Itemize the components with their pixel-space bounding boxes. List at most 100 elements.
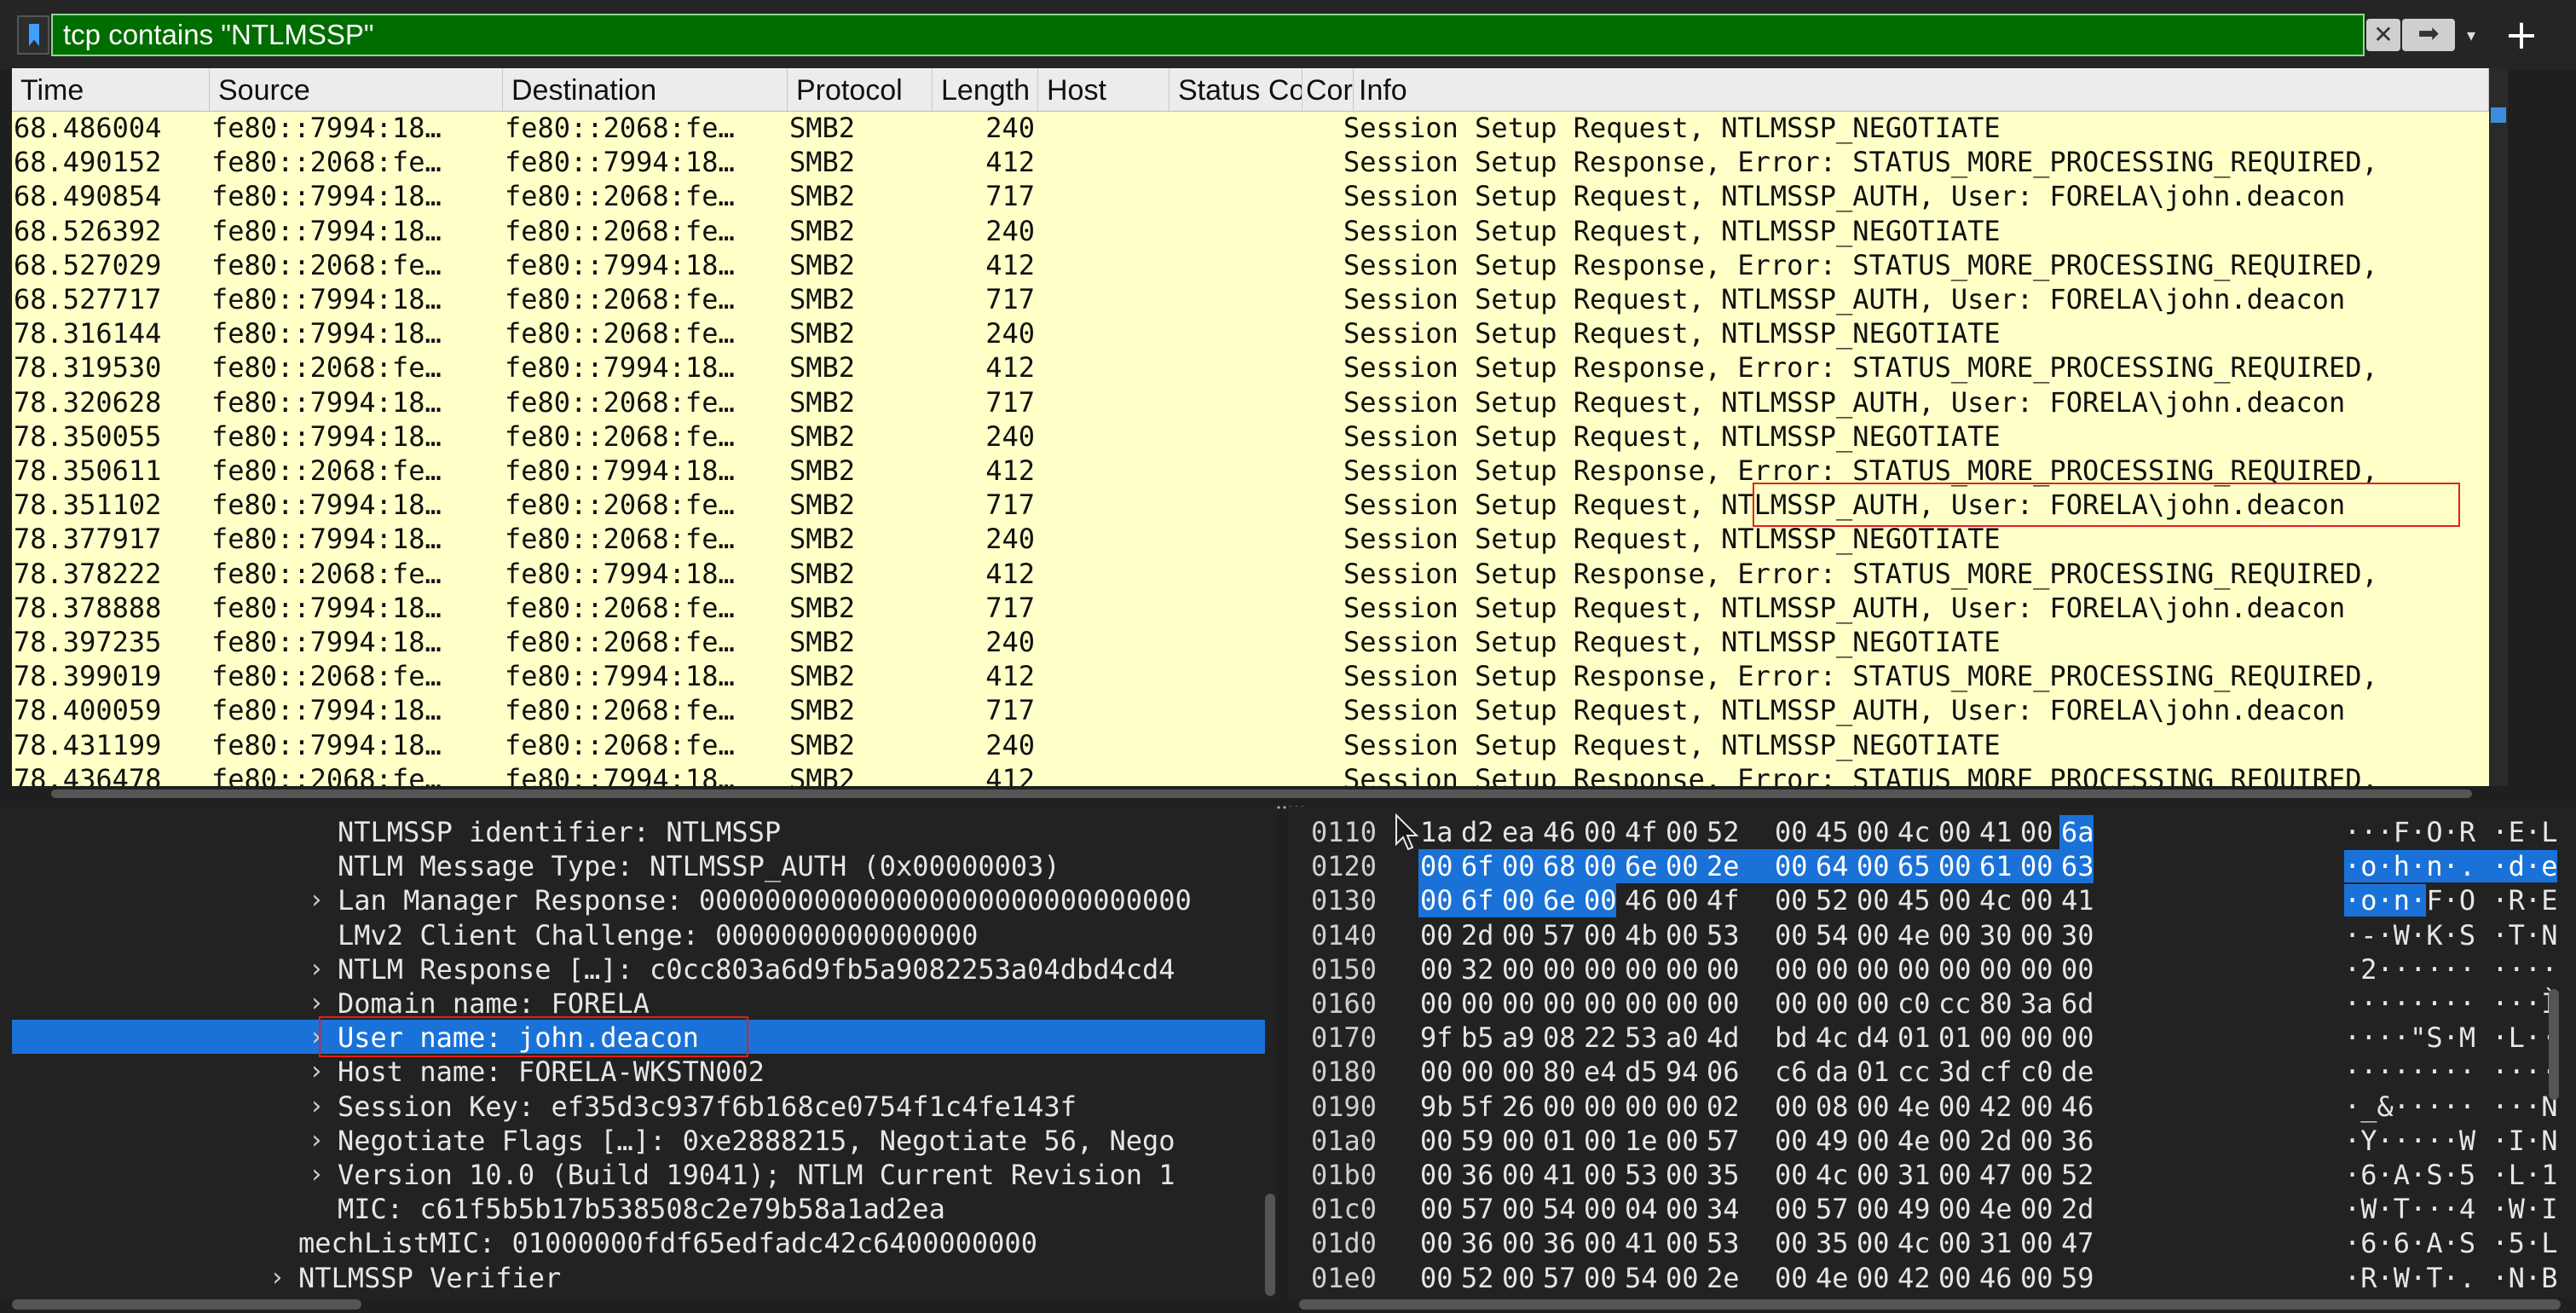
hex-byte[interactable]: 00 (1420, 952, 1453, 986)
hex-byte[interactable]: 00 (2020, 952, 2053, 986)
packet-list-horizontal-thumb[interactable] (51, 790, 2472, 798)
hex-byte[interactable]: 6e (1543, 883, 1576, 917)
hex-byte[interactable]: 94 (1666, 1055, 1699, 1089)
hex-byte[interactable]: 00 (1857, 849, 1890, 883)
hex-byte[interactable]: 2d (1979, 1124, 2013, 1158)
detail-line[interactable]: NTLM Message Type: NTLMSSP_AUTH (0x00000… (338, 849, 1060, 883)
hex-byte[interactable]: 00 (1420, 1226, 1453, 1260)
hex-byte[interactable]: 00 (1775, 849, 1808, 883)
hex-byte[interactable]: 00 (1775, 952, 1808, 986)
hex-byte[interactable]: 64 (1816, 849, 1849, 883)
hex-byte[interactable]: 00 (1938, 918, 1972, 952)
hex-byte[interactable]: 00 (1775, 1261, 1808, 1295)
hex-byte[interactable]: 01 (1857, 1055, 1890, 1089)
hex-byte[interactable]: 4e (1897, 1124, 1931, 1158)
detail-line[interactable]: Negotiate Flags […]: 0xe2888215, Negotia… (338, 1124, 1175, 1158)
hex-byte[interactable]: 00 (2020, 1021, 2053, 1055)
hex-byte[interactable]: 00 (2061, 952, 2094, 986)
hex-byte[interactable]: 00 (1857, 815, 1890, 849)
hex-byte[interactable]: d4 (1857, 1021, 1890, 1055)
hex-byte[interactable]: 42 (1897, 1261, 1931, 1295)
expand-arrow-icon[interactable]: › (309, 883, 324, 917)
hex-byte[interactable]: 00 (1938, 1124, 1972, 1158)
hex-byte[interactable]: 00 (1775, 1226, 1808, 1260)
hex-byte[interactable]: 30 (1979, 918, 2013, 952)
hex-byte[interactable]: 00 (1816, 986, 1849, 1021)
hex-byte[interactable]: b5 (1461, 1021, 1494, 1055)
details-horizontal-scrollbar[interactable] (12, 1299, 361, 1310)
hex-ascii[interactable]: ·-·W·K·S ·T·N·0·0 (2344, 918, 2557, 952)
hex-byte[interactable]: 4c (1897, 1226, 1931, 1260)
hex-byte[interactable]: 00 (1625, 1090, 1658, 1124)
hex-byte[interactable]: 6a (2061, 815, 2094, 849)
hex-byte[interactable]: 5f (1461, 1090, 1494, 1124)
packet-row[interactable]: 68.486004 fe80::7994:18… fe80::2068:fe… SMB… (12, 111, 2489, 145)
hex-byte[interactable]: 00 (1775, 1192, 1808, 1226)
hex-byte[interactable]: 02 (1707, 1090, 1740, 1124)
bookmark-icon[interactable] (17, 15, 49, 55)
hex-byte[interactable]: 00 (2020, 815, 2053, 849)
hex-byte[interactable]: a9 (1502, 1021, 1535, 1055)
hex-byte[interactable]: de (2061, 1055, 2094, 1089)
hex-byte[interactable]: 45 (1897, 883, 1931, 917)
hex-byte[interactable]: 1a (1420, 815, 1453, 849)
hex-byte[interactable]: 00 (1584, 883, 1617, 917)
hex-byte[interactable]: 63 (2061, 849, 2094, 883)
hex-byte[interactable]: 31 (1979, 1226, 2013, 1260)
hex-byte[interactable]: 46 (2061, 1090, 2094, 1124)
hex-byte[interactable]: 00 (1420, 1055, 1453, 1089)
hex-byte[interactable]: 53 (1625, 1158, 1658, 1192)
expand-arrow-icon[interactable]: › (309, 1055, 324, 1089)
hex-byte[interactable]: 00 (1666, 883, 1699, 917)
hex-byte[interactable]: ea (1502, 815, 1535, 849)
hex-byte[interactable]: 00 (1857, 1261, 1890, 1295)
hex-byte[interactable]: 41 (1979, 815, 2013, 849)
hex-byte[interactable]: 00 (1420, 849, 1453, 883)
hex-byte[interactable]: 2e (1707, 1261, 1740, 1295)
hex-byte[interactable]: da (1816, 1055, 1849, 1089)
hex-byte[interactable]: 00 (1775, 986, 1808, 1021)
expand-arrow-icon[interactable]: › (309, 1124, 324, 1158)
hex-byte[interactable]: 00 (2020, 1090, 2053, 1124)
hex-byte[interactable]: 00 (1938, 1261, 1972, 1295)
hex-byte[interactable]: 00 (2020, 918, 2053, 952)
hex-byte[interactable]: 00 (1666, 1124, 1699, 1158)
hex-byte[interactable]: c0 (1897, 986, 1931, 1021)
hex-byte[interactable]: 01 (1543, 1124, 1576, 1158)
hex-byte[interactable]: 00 (1897, 952, 1931, 986)
hex-byte[interactable]: 36 (1461, 1226, 1494, 1260)
bytes-vertical-scrollbar[interactable] (2549, 989, 2559, 1100)
hex-byte[interactable]: 46 (1625, 883, 1658, 917)
hex-byte[interactable]: 00 (1938, 1226, 1972, 1260)
clear-icon[interactable]: ✕ (2366, 19, 2400, 51)
hex-byte[interactable]: 65 (1897, 849, 1931, 883)
hex-byte[interactable]: 36 (2061, 1124, 2094, 1158)
hex-byte[interactable]: 53 (1625, 1021, 1658, 1055)
column-header-info[interactable]: Info (1342, 68, 2489, 111)
hex-byte[interactable]: 00 (2020, 1261, 2053, 1295)
hex-byte[interactable]: 00 (1666, 1261, 1699, 1295)
hex-byte[interactable]: 00 (1625, 986, 1658, 1021)
hex-byte[interactable]: 4f (1707, 883, 1740, 917)
hex-byte[interactable]: 59 (2061, 1261, 2094, 1295)
column-header-host[interactable]: Host (1038, 68, 1170, 111)
hex-byte[interactable]: 4e (1897, 918, 1931, 952)
hex-byte[interactable]: 00 (2020, 1192, 2053, 1226)
hex-byte[interactable]: 00 (1584, 815, 1617, 849)
hex-byte[interactable]: 00 (1666, 849, 1699, 883)
hex-byte[interactable]: 00 (1938, 1158, 1972, 1192)
hex-byte[interactable]: 00 (1666, 1226, 1699, 1260)
hex-byte[interactable]: 00 (1584, 1261, 1617, 1295)
hex-byte[interactable]: 00 (1857, 1124, 1890, 1158)
hex-byte[interactable]: 41 (2061, 883, 2094, 917)
packet-row[interactable]: 78.400059 fe80::7994:18… fe80::2068:fe… SMB… (12, 693, 2489, 727)
hex-byte[interactable]: 80 (1979, 986, 2013, 1021)
hex-byte[interactable]: 00 (1584, 986, 1617, 1021)
hex-byte[interactable]: 35 (1707, 1158, 1740, 1192)
hex-byte[interactable]: 00 (1502, 1226, 1535, 1260)
hex-byte[interactable]: 47 (2061, 1226, 2094, 1260)
hex-ascii[interactable]: ·W·T···4 ·W·I·N·- (2344, 1192, 2557, 1226)
hex-byte[interactable]: 00 (1666, 1158, 1699, 1192)
hex-byte[interactable]: 00 (1938, 883, 1972, 917)
hex-byte[interactable]: 01 (1897, 1021, 1931, 1055)
